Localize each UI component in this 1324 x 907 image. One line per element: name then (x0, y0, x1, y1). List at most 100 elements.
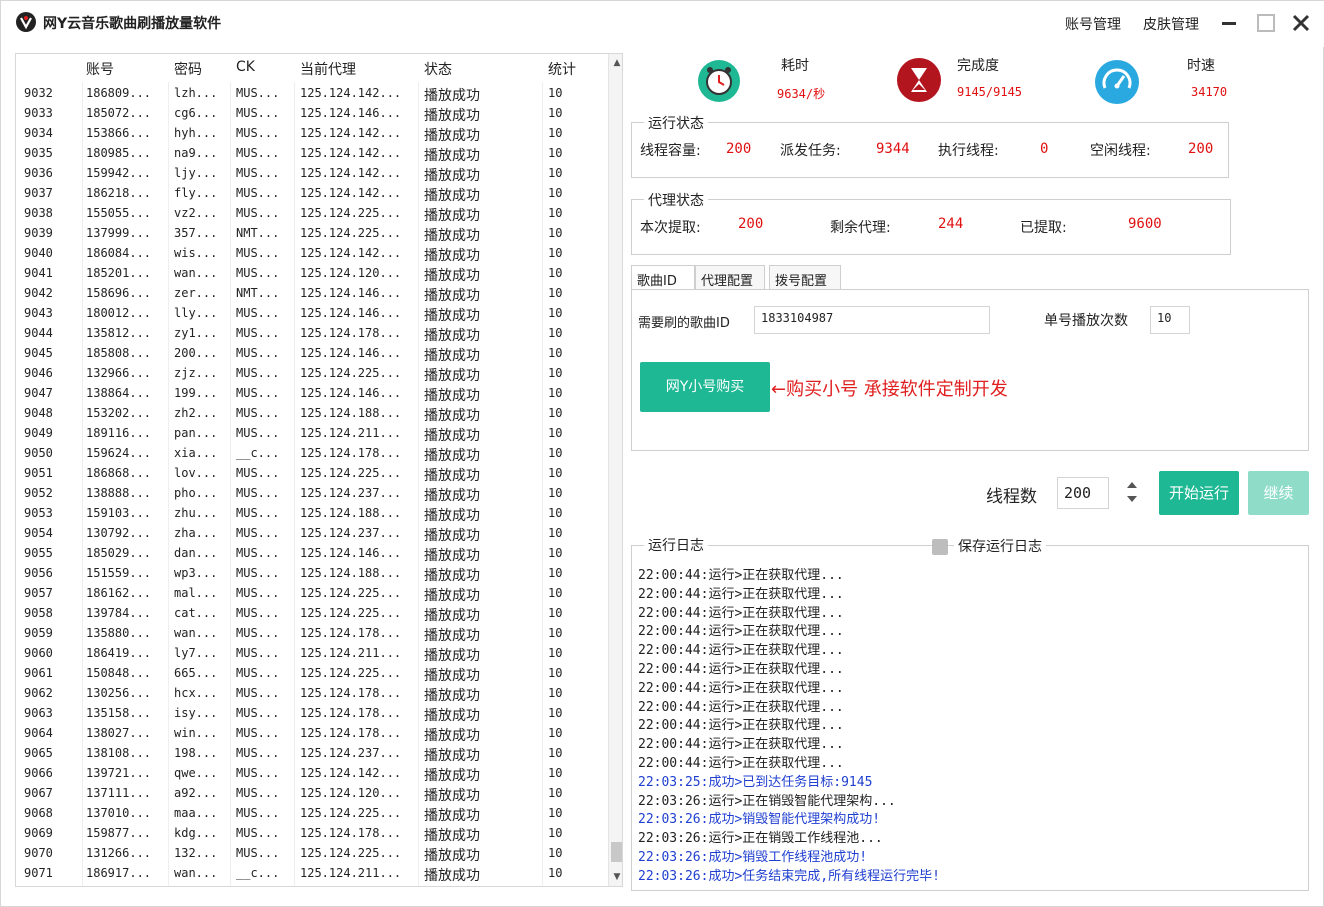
table-row[interactable]: 9047 138864... 199... MUS... 125.124.146... 播… (16, 384, 608, 404)
column-header-password[interactable]: 密码 (174, 59, 202, 79)
table-row[interactable]: 9037 186218... fly... MUS... 125.124.142... 播… (16, 184, 608, 204)
table-row[interactable]: 9046 132966... zjz... MUS... 125.124.225... 播… (16, 364, 608, 384)
count-cell: 10 (548, 606, 563, 620)
column-header-proxy[interactable]: 当前代理 (300, 59, 356, 79)
column-header-status[interactable]: 状态 (424, 59, 452, 79)
status-cell: 播放成功 (424, 188, 480, 204)
table-row[interactable]: 9057 186162... mal... MUS... 125.124.225... 播… (16, 584, 608, 604)
count-cell: 10 (548, 146, 563, 160)
count-cell: 10 (548, 186, 563, 200)
status-cell: 播放成功 (424, 688, 480, 704)
start-run-button[interactable]: 开始运行 (1159, 471, 1239, 515)
password-cell: zh2... (174, 406, 218, 420)
row-id: 9068 (24, 806, 53, 820)
minimize-icon[interactable] (1217, 11, 1241, 35)
table-row[interactable]: 9042 158696... zer... NMT... 125.124.146... 播… (16, 284, 608, 304)
table-row[interactable]: 9038 155055... vz2... MUS... 125.124.225... 播… (16, 204, 608, 224)
account-management-link[interactable]: 账号管理 (1065, 14, 1121, 34)
proxy-cell: 125.124.178... (300, 726, 402, 740)
tab-song-id[interactable]: 歌曲ID (631, 265, 695, 291)
continue-button[interactable]: 继续 (1248, 471, 1309, 515)
table-row[interactable]: 9071 186917... wan... __c... 125.124.211... 播… (16, 864, 608, 884)
scroll-down-icon[interactable]: ▼ (612, 872, 622, 882)
ck-cell: MUS... (236, 666, 280, 680)
tab-dial-config[interactable]: 拨号配置 (769, 265, 841, 290)
table-row[interactable]: 9054 130792... zha... MUS... 125.124.237... 播… (16, 524, 608, 544)
table-row[interactable]: 9069 159877... kdg... MUS... 125.124.178... 播… (16, 824, 608, 844)
table-row[interactable]: 9063 135158... isy... MUS... 125.124.178... 播… (16, 704, 608, 724)
row-id: 9035 (24, 146, 53, 160)
scrollbar-thumb[interactable] (611, 842, 622, 862)
table-row[interactable]: 9060 186419... ly7... MUS... 125.124.211... 播… (16, 644, 608, 664)
scroll-up-icon[interactable]: ▲ (612, 58, 622, 68)
count-cell: 10 (548, 126, 563, 140)
count-cell: 10 (548, 846, 563, 860)
account-cell: 151559... (86, 566, 152, 580)
speedometer-icon (1095, 60, 1139, 104)
ck-cell: __c... (236, 866, 280, 880)
table-row[interactable]: 9032 186809... lzh... MUS... 125.124.142... 播… (16, 84, 608, 104)
skin-management-link[interactable]: 皮肤管理 (1143, 14, 1199, 34)
table-row[interactable]: 9066 139721... qwe... MUS... 125.124.142... 播… (16, 764, 608, 784)
row-id: 9045 (24, 346, 53, 360)
table-row[interactable]: 9058 139784... cat... MUS... 125.124.225... 播… (16, 604, 608, 624)
table-row[interactable]: 9033 185072... cg6... MUS... 125.124.146... 播… (16, 104, 608, 124)
row-id: 9059 (24, 626, 53, 640)
ck-cell: MUS... (236, 406, 280, 420)
row-id: 9032 (24, 86, 53, 100)
maximize-icon[interactable] (1254, 11, 1278, 35)
table-row[interactable]: 9051 186868... lov... MUS... 125.124.225... 播… (16, 464, 608, 484)
table-row[interactable]: 9052 138888... pho... MUS... 125.124.237... 播… (16, 484, 608, 504)
column-header-account[interactable]: 账号 (86, 59, 114, 79)
count-cell: 10 (548, 446, 563, 460)
status-cell: 播放成功 (424, 88, 480, 104)
table-row[interactable]: 9035 180985... na9... MUS... 125.124.142... 播… (16, 144, 608, 164)
row-id: 9036 (24, 166, 53, 180)
proxy-cell: 125.124.178... (300, 446, 402, 460)
column-header-count[interactable]: 统计 (548, 59, 576, 79)
table-row[interactable]: 9036 159942... ljy... MUS... 125.124.142... 播… (16, 164, 608, 184)
table-row[interactable]: 9055 185029... dan... MUS... 125.124.146... 播… (16, 544, 608, 564)
save-log-checkbox[interactable] (932, 539, 948, 555)
table-row[interactable]: 9039 137999... 357... NMT... 125.124.225... 播… (16, 224, 608, 244)
table-row[interactable]: 9059 135880... wan... MUS... 125.124.178... 播… (16, 624, 608, 644)
table-row[interactable]: 9050 159624... xia... __c... 125.124.178... 播… (16, 444, 608, 464)
song-id-input[interactable]: 1833104987 (754, 306, 990, 334)
account-cell: 130792... (86, 526, 152, 540)
count-cell: 10 (548, 646, 563, 660)
title-bar: 网Y云音乐歌曲刷播放量软件 账号管理 皮肤管理 (1, 1, 1324, 47)
close-icon[interactable] (1289, 11, 1313, 35)
table-row[interactable]: 9040 186084... wis... MUS... 125.124.142... 播… (16, 244, 608, 264)
password-cell: 199... (174, 386, 218, 400)
buy-account-button[interactable]: 网Y小号购买 (640, 362, 770, 412)
ck-cell: MUS... (236, 726, 280, 740)
song-id-label: 需要刷的歌曲ID (638, 316, 730, 331)
table-row[interactable]: 9041 185201... wan... MUS... 125.124.120... 播… (16, 264, 608, 284)
table-row[interactable]: 9034 153866... hyh... MUS... 125.124.142... 播… (16, 124, 608, 144)
table-row[interactable]: 9056 151559... wp3... MUS... 125.124.188... 播… (16, 564, 608, 584)
table-row[interactable]: 9065 138108... 198... MUS... 125.124.237... 播… (16, 744, 608, 764)
table-row[interactable]: 9061 150848... 665... MUS... 125.124.225... 播… (16, 664, 608, 684)
thread-count-stepper-icon[interactable] (1121, 476, 1143, 508)
proxy-cell: 125.124.142... (300, 246, 402, 260)
table-row[interactable]: 9045 185808... 200... MUS... 125.124.146... 播… (16, 344, 608, 364)
table-row[interactable]: 9067 137111... a92... MUS... 125.124.120... 播… (16, 784, 608, 804)
table-row[interactable]: 9070 131266... 132... MUS... 125.124.225... 播… (16, 844, 608, 864)
table-row[interactable]: 9062 130256... hcx... MUS... 125.124.178... 播… (16, 684, 608, 704)
column-header-ck[interactable]: CK (236, 59, 255, 75)
table-row[interactable]: 9064 138027... win... MUS... 125.124.178... 播… (16, 724, 608, 744)
row-id: 9066 (24, 766, 53, 780)
proxy-cell: 125.124.178... (300, 626, 402, 640)
plays-per-account-input[interactable]: 10 (1150, 306, 1190, 334)
table-row[interactable]: 9053 159103... zhu... MUS... 125.124.188... 播… (16, 504, 608, 524)
table-row[interactable]: 9043 180012... lly... MUS... 125.124.146... 播… (16, 304, 608, 324)
account-cell: 180985... (86, 146, 152, 160)
table-row[interactable]: 9048 153202... zh2... MUS... 125.124.188... 播… (16, 404, 608, 424)
table-scrollbar[interactable]: ▲ ▼ (608, 54, 622, 886)
table-row[interactable]: 9044 135812... zy1... MUS... 125.124.178... 播… (16, 324, 608, 344)
row-id: 9047 (24, 386, 53, 400)
thread-count-input[interactable]: 200 (1057, 477, 1109, 509)
table-row[interactable]: 9049 189116... pan... MUS... 125.124.211... 播… (16, 424, 608, 444)
table-row[interactable]: 9068 137010... maa... MUS... 125.124.225... 播… (16, 804, 608, 824)
tab-proxy-config[interactable]: 代理配置 (695, 265, 765, 290)
